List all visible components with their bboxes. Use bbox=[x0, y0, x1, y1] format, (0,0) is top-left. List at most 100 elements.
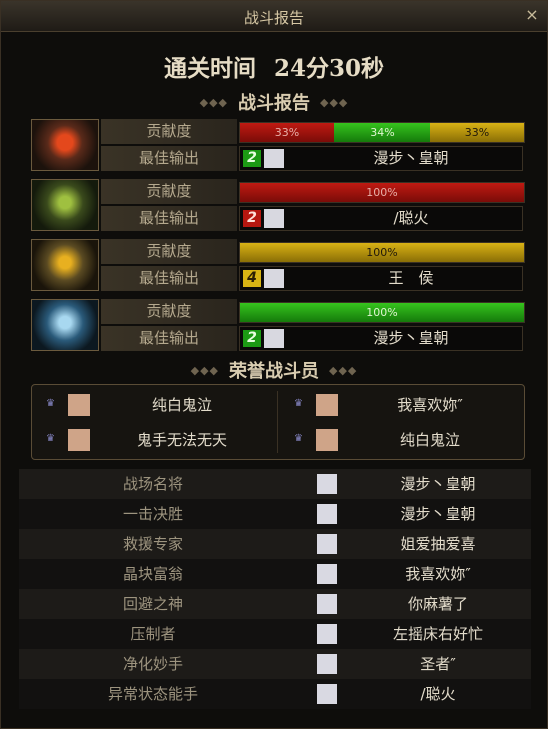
best-output-label: 最佳输出 bbox=[101, 206, 237, 231]
awards-table: 战场名将 漫步丶皇朝 一击决胜 漫步丶皇朝 救援专家 姐爱抽爱喜 晶块富翁 我喜欢妳″ 回避之神… bbox=[19, 469, 531, 709]
window-titlebar[interactable]: 战斗报告 × bbox=[1, 1, 547, 32]
honor-members-panel: ♛ 纯白鬼泣 ♛ 我喜欢妳″ ♛ 鬼手无法无天 ♛ 纯白鬼泣 bbox=[31, 384, 525, 460]
section-honor: ◆◆◆ 荣誉战斗员 ◆◆◆ bbox=[1, 357, 547, 383]
honor-member[interactable]: ♛ 鬼手无法无天 bbox=[32, 425, 272, 455]
section-battle-report: ◆◆◆ 战斗报告 ◆◆◆ bbox=[1, 89, 547, 115]
contribution-row: 贡献度 100% bbox=[101, 179, 525, 204]
contribution-segment: 100% bbox=[240, 243, 524, 262]
contribution-segment: 33% bbox=[430, 123, 524, 142]
award-title: 回避之神 bbox=[122, 595, 183, 613]
avatar bbox=[68, 429, 90, 451]
best-output-row: 最佳输出 2 漫步丶皇朝 bbox=[101, 326, 525, 351]
ornament-left-icon: ◆◆◆ bbox=[190, 364, 219, 377]
ornament-right-icon: ◆◆◆ bbox=[320, 96, 349, 109]
blue-demon-boss-portrait-icon bbox=[31, 299, 99, 351]
best-output-player[interactable]: 2 漫步丶皇朝 bbox=[239, 326, 523, 351]
green-demon-boss-portrait-icon bbox=[31, 179, 99, 231]
rank-badge-icon: 2 bbox=[243, 210, 261, 227]
best-output-label: 最佳输出 bbox=[101, 266, 237, 291]
clear-time-value: 24分30秒 bbox=[273, 55, 384, 82]
boss-entry: 贡献度 33% 34% 33% 最佳输出 2 漫步丶皇朝 bbox=[31, 119, 525, 171]
avatar bbox=[317, 624, 337, 644]
ornament-right-icon: ◆◆◆ bbox=[329, 364, 358, 377]
best-output-row: 最佳输出 4 王 侯 bbox=[101, 266, 525, 291]
clear-time-label: 通关时间 bbox=[163, 55, 256, 82]
honor-member[interactable]: ♛ 我喜欢妳″ bbox=[280, 390, 520, 420]
award-title: 压制者 bbox=[130, 625, 176, 643]
avatar bbox=[317, 564, 337, 584]
honor-member[interactable]: ♛ 纯白鬼泣 bbox=[32, 390, 272, 420]
medal-icon: ♛ bbox=[294, 433, 303, 444]
rank-badge-icon: 2 bbox=[243, 150, 261, 167]
honor-member-name: 纯白鬼泣 bbox=[151, 396, 212, 414]
award-player-name: 圣者″ bbox=[420, 655, 456, 673]
award-player-name: 我喜欢妳″ bbox=[405, 565, 471, 583]
award-player-name: 漫步丶皇朝 bbox=[400, 505, 476, 523]
award-title: 战场名将 bbox=[122, 475, 183, 493]
contribution-row: 贡献度 100% bbox=[101, 299, 525, 324]
award-title: 一击决胜 bbox=[122, 505, 183, 523]
award-row[interactable]: 晶块富翁 我喜欢妳″ bbox=[19, 559, 531, 589]
award-row[interactable]: 压制者 左摇床右好忙 bbox=[19, 619, 531, 649]
honor-member-name: 我喜欢妳″ bbox=[397, 396, 463, 414]
award-row[interactable]: 异常状态能手/聪火 bbox=[19, 679, 531, 709]
clear-time: 通关时间 24分30秒 bbox=[1, 49, 547, 83]
honor-member-name: 纯白鬼泣 bbox=[399, 431, 460, 449]
avatar bbox=[317, 534, 337, 554]
best-output-label: 最佳输出 bbox=[101, 326, 237, 351]
best-output-label: 最佳输出 bbox=[101, 146, 237, 171]
avatar bbox=[264, 269, 284, 288]
medal-icon: ♛ bbox=[46, 433, 55, 444]
avatar bbox=[317, 474, 337, 494]
contribution-label: 贡献度 bbox=[101, 179, 237, 204]
boss-entry: 贡献度 100% 最佳输出 2 漫步丶皇朝 bbox=[31, 299, 525, 351]
close-icon[interactable]: × bbox=[523, 6, 541, 24]
avatar bbox=[317, 684, 337, 704]
award-player-name: 左摇床右好忙 bbox=[392, 625, 483, 643]
award-player-name: 姐爱抽爱喜 bbox=[400, 535, 476, 553]
contribution-segment: 34% bbox=[334, 123, 431, 142]
best-output-name: /聪火 bbox=[393, 209, 429, 227]
avatar bbox=[264, 329, 284, 348]
contribution-row: 贡献度 33% 34% 33% bbox=[101, 119, 525, 144]
award-row[interactable]: 净化妙手 圣者″ bbox=[19, 649, 531, 679]
contribution-label: 贡献度 bbox=[101, 119, 237, 144]
avatar bbox=[316, 429, 338, 451]
contribution-bar: 100% bbox=[239, 182, 525, 203]
best-output-player[interactable]: 2 漫步丶皇朝 bbox=[239, 146, 523, 171]
window-title: 战斗报告 bbox=[243, 9, 304, 27]
award-row[interactable]: 回避之神 你麻薯了 bbox=[19, 589, 531, 619]
section-title-honor: 荣誉战斗员 bbox=[229, 361, 319, 382]
rank-badge-icon: 4 bbox=[243, 270, 261, 287]
best-output-player[interactable]: 4 王 侯 bbox=[239, 266, 523, 291]
best-output-name: 漫步丶皇朝 bbox=[373, 149, 449, 167]
contribution-segment: 33% bbox=[240, 123, 334, 142]
avatar bbox=[68, 394, 90, 416]
ornament-left-icon: ◆◆◆ bbox=[199, 96, 228, 109]
best-output-player[interactable]: 2/聪火 bbox=[239, 206, 523, 231]
avatar bbox=[264, 209, 284, 228]
contribution-label: 贡献度 bbox=[101, 239, 237, 264]
award-title: 救援专家 bbox=[122, 535, 183, 553]
honor-divider bbox=[277, 391, 278, 453]
award-player-name: 漫步丶皇朝 bbox=[400, 475, 476, 493]
section-title-battle-report: 战斗报告 bbox=[238, 93, 310, 114]
award-row[interactable]: 战场名将 漫步丶皇朝 bbox=[19, 469, 531, 499]
award-player-name: 你麻薯了 bbox=[407, 595, 468, 613]
award-row[interactable]: 救援专家 姐爱抽爱喜 bbox=[19, 529, 531, 559]
avatar bbox=[264, 149, 284, 168]
award-title: 净化妙手 bbox=[122, 655, 183, 673]
best-output-name: 王 侯 bbox=[388, 269, 434, 287]
contribution-segment: 100% bbox=[240, 183, 524, 202]
contribution-bar: 100% bbox=[239, 242, 525, 263]
battle-report-window: 战斗报告 × 通关时间 24分30秒 ◆◆◆ 战斗报告 ◆◆◆ 贡献度 33% 34% 33… bbox=[0, 0, 548, 729]
honor-member-name: 鬼手无法无天 bbox=[136, 431, 227, 449]
honor-member[interactable]: ♛ 纯白鬼泣 bbox=[280, 425, 520, 455]
avatar bbox=[317, 654, 337, 674]
best-output-name: 漫步丶皇朝 bbox=[373, 329, 449, 347]
rank-badge-icon: 2 bbox=[243, 330, 261, 347]
boss-entry: 贡献度 100% 最佳输出 2/聪火 bbox=[31, 179, 525, 231]
avatar bbox=[316, 394, 338, 416]
red-demon-boss-portrait-icon bbox=[31, 119, 99, 171]
award-row[interactable]: 一击决胜 漫步丶皇朝 bbox=[19, 499, 531, 529]
